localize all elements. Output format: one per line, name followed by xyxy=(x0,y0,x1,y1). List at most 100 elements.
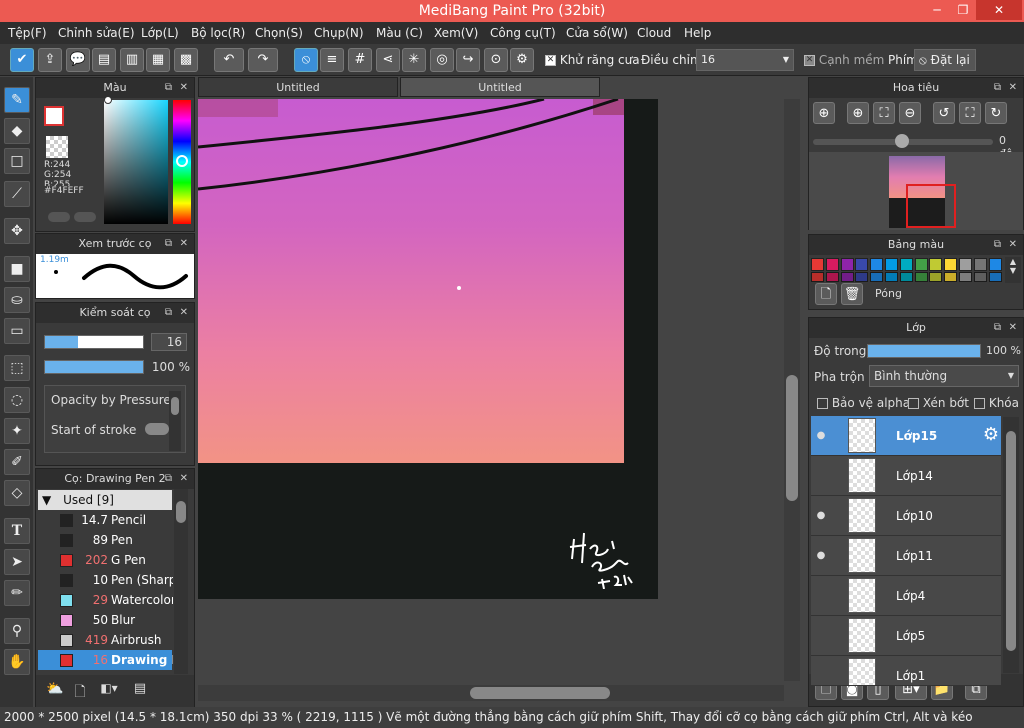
palette-swatch[interactable] xyxy=(840,258,854,271)
tab-untitled-1[interactable]: Untitled xyxy=(198,77,398,97)
eraser-tool-icon[interactable]: ◆ xyxy=(4,118,30,144)
palette-swatch[interactable] xyxy=(855,258,869,271)
swatch-add-button[interactable] xyxy=(48,212,70,222)
operation-tool-icon[interactable]: ➤ xyxy=(4,549,30,575)
antialias-checkbox[interactable] xyxy=(545,55,556,66)
clipping-checkbox[interactable] xyxy=(908,398,919,409)
crisscross-snap-icon[interactable]: # xyxy=(348,48,372,72)
detach-icon[interactable]: ⧉ xyxy=(994,318,1001,338)
palette-swatch[interactable] xyxy=(944,272,958,282)
minimize-button[interactable]: ─ xyxy=(924,0,950,20)
brush-list-item[interactable]: 89 Pen xyxy=(38,530,172,550)
divide-tool-icon[interactable]: ✏ xyxy=(4,580,30,606)
brush-list-item[interactable]: 202 G Pen xyxy=(38,550,172,570)
menu-layer[interactable]: Lớp(L) xyxy=(141,22,179,44)
blend-mode-select[interactable]: Bình thường ▼ xyxy=(869,365,1019,387)
fill-bucket-icon[interactable]: ⛀ xyxy=(4,287,30,313)
detach-icon[interactable]: ⧉ xyxy=(165,303,172,323)
palette-swatch[interactable] xyxy=(914,258,928,271)
palette-scrollbar[interactable]: ▲ ▼ xyxy=(1005,257,1021,283)
menu-select[interactable]: Chọn(S) xyxy=(255,22,303,44)
transparent-swatch[interactable] xyxy=(46,136,68,158)
select-eraser-icon[interactable]: ◇ xyxy=(4,480,30,506)
comment-icon[interactable]: ▤ xyxy=(92,48,116,72)
brush-tool-icon[interactable]: ✎ xyxy=(4,87,30,113)
brush-list-item[interactable]: 10Pen (Sharp) xyxy=(38,570,173,590)
brush-list-item[interactable]: 16Drawing Pen 2 xyxy=(38,650,173,670)
layer-row[interactable]: Lớp14 xyxy=(811,456,1001,496)
document-list-icon[interactable]: ▦ xyxy=(146,48,170,72)
lock-toggle[interactable]: Khóa xyxy=(974,396,1019,410)
eye-icon[interactable]: ● xyxy=(815,510,827,522)
clipping-toggle[interactable]: Xén bớt xyxy=(908,396,969,410)
palette-swatch[interactable] xyxy=(988,272,1002,282)
detach-icon[interactable]: ⧉ xyxy=(994,78,1001,98)
close-icon[interactable]: ✕ xyxy=(180,78,188,98)
close-icon[interactable]: ✕ xyxy=(1009,235,1017,255)
eye-icon[interactable] xyxy=(815,670,827,682)
brush-settings-icon[interactable]: ▤ xyxy=(130,681,150,701)
protect-alpha-toggle[interactable]: Bảo vệ alpha xyxy=(817,396,910,410)
layer-opacity-slider[interactable] xyxy=(867,344,981,358)
menu-snap[interactable]: Chụp(N) xyxy=(314,22,364,44)
brush-list-item[interactable]: 419 Airbrush xyxy=(38,630,172,650)
palette-swatch[interactable] xyxy=(870,272,884,282)
close-button[interactable]: ✕ xyxy=(976,0,1022,20)
menu-filter[interactable]: Bộ lọc(R) xyxy=(191,22,245,44)
brush-options-icon[interactable]: ◧▾ xyxy=(96,681,122,701)
brush-opacity-value[interactable]: 100 % xyxy=(148,358,190,376)
tab-untitled-2[interactable]: Untitled xyxy=(400,77,600,97)
detach-icon[interactable]: ⧉ xyxy=(994,235,1001,255)
eyedropper-icon[interactable]: ⚲ xyxy=(4,618,30,644)
dot-tool-icon[interactable]: □ xyxy=(4,148,30,174)
layer-row[interactable]: ● Lớp11 xyxy=(811,536,1001,576)
chevron-up-icon[interactable]: ▲ xyxy=(1005,257,1021,266)
palette-swatch[interactable] xyxy=(929,258,943,271)
redo-icon[interactable]: ↷ xyxy=(248,48,278,72)
detach-icon[interactable]: ⧉ xyxy=(165,78,172,98)
menu-tools[interactable]: Công cụ(T) xyxy=(490,22,556,44)
select-tool-icon[interactable]: ⬚ xyxy=(4,355,30,381)
brush-list-scrollbar[interactable] xyxy=(174,489,188,674)
new-palette-icon[interactable]: 🗋 xyxy=(815,283,837,305)
gradient-tool-icon[interactable]: ▭ xyxy=(4,318,30,344)
brush-size-slider[interactable] xyxy=(44,335,144,349)
cloud-download-icon[interactable]: ⛅ xyxy=(44,681,66,701)
palette-swatch[interactable] xyxy=(944,258,958,271)
protect-alpha-checkbox[interactable] xyxy=(817,398,828,409)
hand-tool-icon[interactable]: ✋ xyxy=(4,649,30,675)
move-tool-icon[interactable]: ✥ xyxy=(4,218,30,244)
magic-wand-icon[interactable]: ✦ xyxy=(4,418,30,444)
palette-swatch[interactable] xyxy=(929,272,943,282)
rotate-right-icon[interactable]: ↻ xyxy=(985,102,1007,124)
palette-swatch[interactable] xyxy=(899,272,913,282)
brush-group-header[interactable]: ▼ Used [9] xyxy=(38,490,172,510)
menu-cloud[interactable]: Cloud xyxy=(637,22,671,44)
close-icon[interactable]: ✕ xyxy=(1009,318,1017,338)
layer-row[interactable]: ● Lớp15 ⚙ xyxy=(811,416,1001,456)
antialias-toggle[interactable]: Khử răng cưa xyxy=(545,44,640,76)
close-icon[interactable]: ✕ xyxy=(180,234,188,254)
brush-opacity-slider[interactable] xyxy=(44,360,144,374)
curve-snap-icon[interactable]: ↪ xyxy=(456,48,480,72)
menu-view[interactable]: Xem(V) xyxy=(434,22,478,44)
shape-tool-icon[interactable]: ■ xyxy=(4,256,30,282)
eye-icon[interactable] xyxy=(815,590,827,602)
rotate-left-icon[interactable]: ↺ xyxy=(933,102,955,124)
palette-swatch[interactable] xyxy=(988,258,1002,271)
smooth-edge-toggle[interactable]: Cạnh mềm xyxy=(804,44,884,76)
palette-swatch[interactable] xyxy=(870,258,884,271)
layers-scrollbar[interactable] xyxy=(1003,417,1019,673)
close-icon[interactable]: ✕ xyxy=(180,469,188,489)
flip-icon[interactable]: ⛶ xyxy=(959,102,981,124)
scroll-thumb[interactable] xyxy=(171,397,179,415)
canvas-vertical-scrollbar[interactable] xyxy=(784,99,800,681)
layer-row[interactable]: Lớp1 xyxy=(811,656,1001,686)
new-brush-icon[interactable]: 🗋 xyxy=(70,681,90,701)
text-tool-icon[interactable]: T xyxy=(4,518,30,544)
palette-swatch[interactable] xyxy=(811,272,824,282)
gear-icon[interactable]: ⚙ xyxy=(510,48,534,72)
check-icon[interactable]: ✔ xyxy=(10,48,34,72)
select-pen-icon[interactable]: ✐ xyxy=(4,449,30,475)
speech-bubble-icon[interactable]: 💬 xyxy=(66,48,90,72)
